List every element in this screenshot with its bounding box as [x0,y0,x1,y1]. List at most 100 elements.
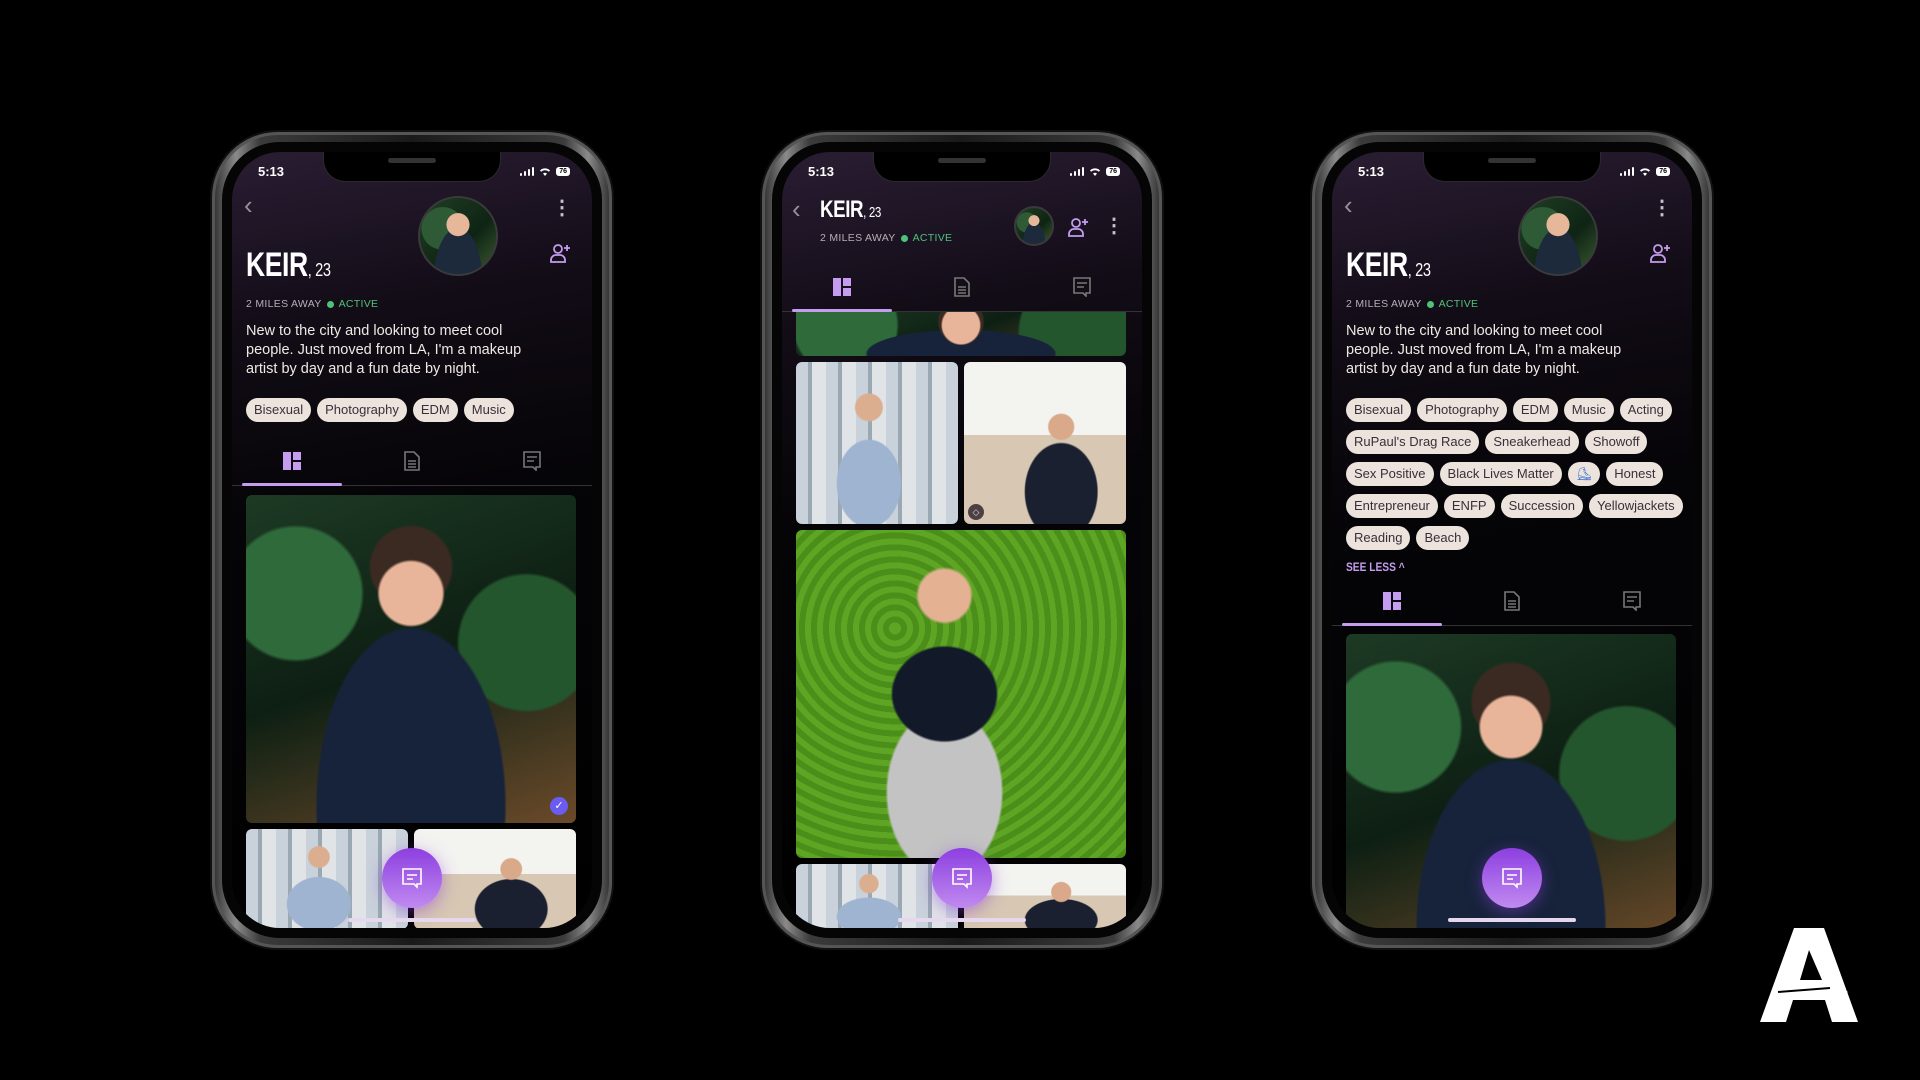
chat-button[interactable] [932,848,992,908]
phone-1-profile-collapsed: 5:13 76 ‹ ⋮ KEIR, 23 2 MILES AWAY ACTIVE… [212,132,612,948]
back-button[interactable]: ‹ [244,190,253,221]
tag[interactable]: Entrepreneur [1346,494,1438,518]
message-icon [402,868,422,889]
profile-meta: 2 MILES AWAY ACTIVE [1346,298,1478,310]
status-time: 5:13 [1358,163,1385,179]
tag[interactable]: Photography [317,398,407,422]
chat-button[interactable] [1482,848,1542,908]
phone-bezel: 5:13 76 ‹ ⋮ KEIR, 23 2 MILES AWAY ACTIVE… [222,142,602,938]
tab-photos[interactable] [1332,576,1452,626]
tag[interactable]: Music [463,398,514,422]
back-button[interactable]: ‹ [792,194,801,225]
add-friend-icon[interactable] [550,242,572,264]
tag[interactable]: Showoff [1584,430,1648,454]
photos-grid-icon [1383,591,1401,610]
tab-details[interactable] [352,436,472,485]
battery-icon: 76 [1656,166,1670,176]
status-bar: 5:13 76 [808,163,1120,179]
phone-3-profile-expanded-tags: 5:13 76 ‹ ⋮ KEIR, 23 2 MILES AWAY ACTIVE… [1312,132,1712,948]
phone-bezel: 5:13 76 ‹ KEIR, 23 2 MILES AWAY ACTIVE ⋮ [772,142,1152,938]
tag[interactable]: Succession [1500,494,1584,518]
age-text: , 23 [863,205,881,221]
tags-list: Bisexual Photography EDM Music [246,398,586,422]
photos-grid-icon [283,451,301,470]
tab-messages[interactable] [472,436,592,485]
see-less-button[interactable]: SEE LESS ^ [1346,560,1405,574]
tag[interactable]: ENFP [1443,494,1495,518]
profile-photo[interactable] [796,530,1126,858]
wifi-icon [540,167,551,176]
profile-tabs [232,436,592,486]
tag[interactable]: Sex Positive [1346,462,1434,486]
tab-photos[interactable] [782,262,902,312]
back-button[interactable]: ‹ [1344,190,1353,221]
distance-text: 2 MILES AWAY [246,298,322,310]
tab-messages[interactable] [1572,576,1692,625]
more-options-button[interactable]: ⋮ [1652,198,1672,218]
tag-emoji[interactable]: ⛸ [1567,462,1601,486]
tag[interactable]: Black Lives Matter [1439,462,1562,486]
wifi-icon [1640,167,1651,176]
chat-button[interactable] [382,848,442,908]
message-icon [523,450,541,471]
active-dot-icon [1426,300,1434,308]
tag[interactable]: Yellowjackets [1589,494,1683,518]
tag[interactable]: Bisexual [1346,398,1412,422]
more-options-button[interactable]: ⋮ [552,198,572,218]
tag[interactable]: Bisexual [246,398,312,422]
status-bar: 5:13 76 [1358,163,1670,179]
profile-name: KEIR, 23 [820,196,881,224]
tag-badge-icon: ◇ [968,504,984,520]
avatar[interactable] [1518,196,1598,276]
active-status: ACTIVE [912,232,953,244]
name-text: KEIR [1346,246,1408,284]
home-indicator[interactable] [898,918,1026,922]
profile-meta: 2 MILES AWAY ACTIVE [246,298,378,310]
tag[interactable]: EDM [412,398,458,422]
home-indicator[interactable] [1448,918,1576,922]
active-dot-icon [900,234,908,242]
tag[interactable]: Sneakerhead [1485,430,1579,454]
tab-messages[interactable] [1022,262,1142,311]
active-status: ACTIVE [1438,298,1479,310]
more-options-button[interactable]: ⋮ [1104,216,1124,236]
profile-photo[interactable]: ◇ [964,362,1126,524]
phone-2-profile-scrolled: 5:13 76 ‹ KEIR, 23 2 MILES AWAY ACTIVE ⋮ [762,132,1162,948]
tag[interactable]: Reading [1346,526,1411,550]
battery-icon: 76 [1106,166,1120,176]
verified-badge-icon: ✓ [550,797,568,815]
phone-bezel: 5:13 76 ‹ ⋮ KEIR, 23 2 MILES AWAY ACTIVE… [1322,142,1702,938]
tag[interactable]: Acting [1619,398,1672,422]
tag[interactable]: Photography [1417,398,1507,422]
add-friend-icon[interactable] [1650,242,1672,264]
tab-photos[interactable] [232,436,352,486]
name-text: KEIR [246,246,308,284]
bio-text: New to the city and looking to meet cool… [1346,323,1622,377]
tag[interactable]: RuPaul's Drag Race [1346,430,1480,454]
name-text: KEIR [820,196,864,223]
profile-photo[interactable] [796,362,958,524]
phone-screen: 5:13 76 ‹ ⋮ KEIR, 23 2 MILES AWAY ACTIVE… [232,152,592,928]
profile-photo-main[interactable]: ✓ [246,495,576,823]
active-dot-icon [326,300,334,308]
status-icons: 76 [519,166,570,176]
profile-photo-main[interactable] [796,312,1126,356]
document-icon [404,450,420,471]
avatar[interactable] [1014,206,1054,246]
tag[interactable]: Music [1563,398,1614,422]
avatar[interactable] [418,196,498,276]
age-text: , 23 [307,259,331,280]
tags-list: Bisexual Photography EDM Music Acting Ru… [1346,398,1686,550]
distance-text: 2 MILES AWAY [820,232,896,244]
home-indicator[interactable] [348,918,476,922]
message-icon [1502,868,1522,889]
signal-icon [1069,166,1085,176]
tag[interactable]: Beach [1416,526,1470,550]
bio-text: New to the city and looking to meet cool… [246,323,522,377]
tab-details[interactable] [902,262,1022,311]
tab-details[interactable] [1452,576,1572,625]
tag[interactable]: EDM [1512,398,1558,422]
tag[interactable]: Honest [1606,462,1664,486]
add-friend-icon[interactable] [1068,216,1090,238]
wifi-icon [1090,167,1101,176]
